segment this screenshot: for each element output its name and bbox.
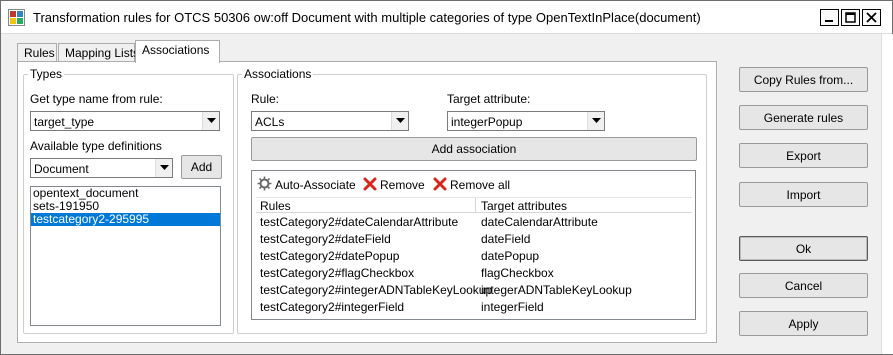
- rule-cell: testCategory2#datePopup: [260, 249, 400, 263]
- auto-associate-button[interactable]: Auto-Associate: [257, 176, 356, 194]
- table-row[interactable]: testCategory2#dateField dateField: [256, 230, 692, 247]
- tab-associations[interactable]: Associations: [135, 40, 220, 63]
- list-item-selected[interactable]: testcategory2-295995: [31, 213, 220, 226]
- rule-label: Rule:: [251, 92, 280, 106]
- tab-rules[interactable]: Rules: [17, 43, 57, 63]
- add-association-button[interactable]: Add association: [251, 137, 697, 161]
- chevron-down-icon[interactable]: [391, 112, 408, 130]
- rule-value: ACLs: [255, 115, 285, 129]
- grid-header: Rules Target attributes: [256, 197, 692, 213]
- get-type-label: Get type name from rule:: [30, 92, 163, 106]
- title-bar[interactable]: Transformation rules for OTCS 50306 ow:o…: [1, 1, 892, 34]
- copy-rules-button[interactable]: Copy Rules from...: [739, 67, 868, 92]
- chevron-down-icon[interactable]: [587, 112, 604, 130]
- associations-legend: Associations: [244, 67, 312, 81]
- dialog-window: Transformation rules for OTCS 50306 ow:o…: [0, 0, 893, 355]
- cancel-button[interactable]: Cancel: [739, 273, 868, 298]
- available-types-combo[interactable]: Document: [30, 158, 173, 178]
- table-row[interactable]: testCategory2#flagCheckbox flagCheckbox: [256, 264, 692, 281]
- target-attribute-value: integerPopup: [451, 115, 523, 129]
- window-edge-strip: [881, 34, 893, 354]
- get-type-combo[interactable]: target_type: [30, 111, 220, 131]
- rule-combo[interactable]: ACLs: [251, 111, 409, 131]
- available-types-label: Available type definitions: [30, 139, 162, 153]
- target-attribute-label: Target attribute:: [447, 92, 531, 106]
- ok-button[interactable]: Ok: [739, 236, 868, 261]
- table-row[interactable]: testCategory2#integerField integerField: [256, 298, 692, 315]
- target-cell: dateCalendarAttribute: [481, 215, 598, 229]
- window-title: Transformation rules for OTCS 50306 ow:o…: [33, 10, 701, 25]
- gear-icon: [257, 176, 272, 194]
- target-cell: dateField: [481, 232, 531, 246]
- types-legend: Types: [30, 67, 63, 81]
- remove-all-label: Remove all: [450, 178, 511, 192]
- maximize-icon[interactable]: [841, 9, 860, 26]
- auto-associate-label: Auto-Associate: [275, 178, 356, 192]
- remove-x-icon: [363, 177, 377, 194]
- column-header-target-attributes[interactable]: Target attributes: [481, 199, 567, 213]
- app-icon: [8, 9, 25, 26]
- table-row[interactable]: testCategory2#dateCalendarAttribute date…: [256, 213, 692, 230]
- rule-cell: testCategory2#flagCheckbox: [260, 266, 415, 280]
- type-list[interactable]: opentext_document sets-191950 testcatego…: [30, 186, 221, 326]
- target-cell: integerField: [481, 300, 544, 314]
- target-cell: flagCheckbox: [481, 266, 554, 280]
- association-list: Auto-Associate Remove Remove all Rules T…: [251, 170, 696, 320]
- table-row[interactable]: testCategory2#integerADNTableKeyLookup i…: [256, 281, 692, 298]
- generate-rules-button[interactable]: Generate rules: [739, 105, 868, 130]
- rule-cell: testCategory2#integerField: [260, 300, 405, 314]
- chevron-down-icon[interactable]: [155, 159, 172, 177]
- close-icon[interactable]: [862, 9, 881, 26]
- export-button[interactable]: Export: [739, 143, 868, 168]
- column-header-rules[interactable]: Rules: [260, 199, 291, 213]
- table-row[interactable]: testCategory2#datePopup datePopup: [256, 247, 692, 264]
- remove-label: Remove: [380, 178, 425, 192]
- target-cell: integerADNTableKeyLookup: [481, 283, 632, 297]
- apply-button[interactable]: Apply: [739, 311, 868, 336]
- import-button[interactable]: Import: [739, 182, 868, 207]
- rule-cell: testCategory2#integerADNTableKeyLookup: [260, 283, 493, 297]
- remove-button[interactable]: Remove: [363, 177, 425, 193]
- rule-cell: testCategory2#dateField: [260, 232, 391, 246]
- tab-mapping-lists[interactable]: Mapping Lists: [58, 43, 139, 63]
- available-types-value: Document: [34, 162, 89, 176]
- target-cell: datePopup: [481, 249, 540, 263]
- rule-cell: testCategory2#dateCalendarAttribute: [260, 215, 459, 229]
- add-type-button[interactable]: Add: [181, 155, 222, 179]
- chevron-down-icon[interactable]: [202, 112, 219, 130]
- target-attribute-combo[interactable]: integerPopup: [447, 111, 605, 131]
- remove-all-button[interactable]: Remove all: [433, 177, 510, 193]
- remove-all-x-icon: [433, 177, 447, 194]
- column-divider[interactable]: [475, 198, 476, 213]
- get-type-value: target_type: [34, 115, 95, 129]
- minimize-icon[interactable]: [820, 9, 839, 26]
